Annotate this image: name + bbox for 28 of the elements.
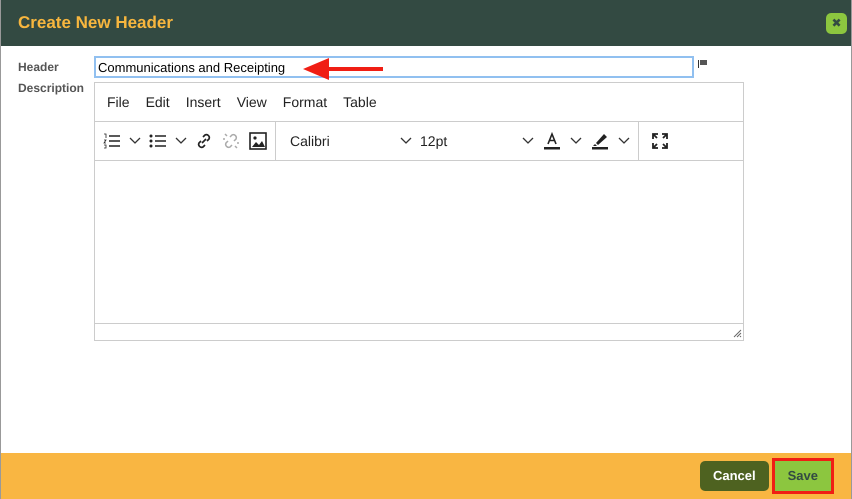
fullscreen-icon[interactable] [649, 132, 671, 150]
font-size-dropdown[interactable]: 12pt [418, 130, 536, 152]
field-label: Header [18, 59, 60, 76]
numbered-list-icon[interactable] [101, 133, 123, 149]
caret-icon[interactable] [173, 137, 189, 145]
flag-icon [698, 60, 707, 68]
image-icon[interactable] [247, 132, 269, 150]
menu-item[interactable]: View [228, 92, 275, 112]
dialog-title: Create New Header [18, 12, 173, 34]
menu-item[interactable]: Edit [138, 92, 178, 112]
caret-icon[interactable] [616, 137, 632, 145]
menu-item[interactable]: File [99, 92, 138, 112]
caret-icon[interactable] [127, 137, 143, 145]
caret-icon[interactable] [568, 137, 584, 145]
bullet-list-icon[interactable] [147, 133, 169, 149]
font-dropdown[interactable]: Calibri [288, 130, 414, 152]
field-label: Description [18, 80, 86, 97]
rich-text-editor[interactable]: File Edit Insert View Format Table Calibri 12pt [94, 82, 744, 341]
caret-icon [400, 137, 412, 145]
caret-icon [522, 137, 534, 145]
menu-item[interactable]: Insert [178, 92, 229, 112]
close-button[interactable]: ✖ [826, 12, 847, 34]
cancel-button[interactable]: Cancel [700, 461, 769, 491]
resize-handle-icon[interactable] [733, 329, 742, 338]
header-input[interactable]: Communications and Receipting [94, 56, 694, 78]
save-button[interactable]: Save [774, 461, 831, 491]
menu-item[interactable]: Format [274, 92, 336, 112]
menu-item[interactable]: Table [335, 92, 385, 112]
